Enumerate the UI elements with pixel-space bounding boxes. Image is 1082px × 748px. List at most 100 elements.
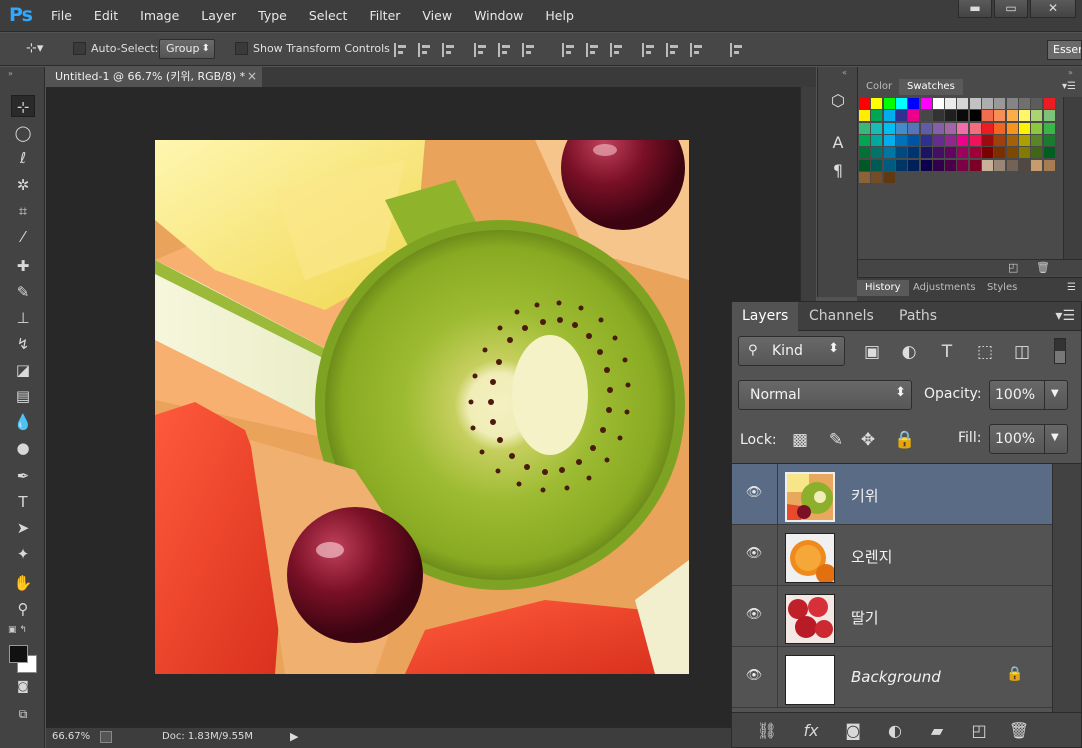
fill-field[interactable]: 100% ▼ xyxy=(989,424,1068,454)
auto-select-checkbox[interactable] xyxy=(73,42,86,55)
blur-tool-icon[interactable]: 💧 xyxy=(11,411,35,433)
move-tool-icon[interactable]: ⊹ xyxy=(11,95,35,117)
swatch[interactable] xyxy=(982,98,993,109)
collapse-toolbox-icon[interactable]: » xyxy=(8,69,13,78)
swatch[interactable] xyxy=(1031,147,1043,159)
layers-scrollbar[interactable] xyxy=(1052,464,1081,714)
lock-all-icon[interactable]: 🔒 xyxy=(894,430,915,450)
swatch[interactable] xyxy=(859,147,870,159)
status-info-icon[interactable] xyxy=(100,731,112,743)
layer-filter-dropdown[interactable]: ⚲ Kind ⬍ xyxy=(738,336,845,366)
swatch[interactable] xyxy=(895,159,907,171)
filter-type-icon[interactable]: T xyxy=(937,342,957,362)
swatch[interactable] xyxy=(945,98,957,109)
filter-smart-object-icon[interactable]: ◫ xyxy=(1012,342,1032,362)
tab-history[interactable]: History xyxy=(857,280,909,296)
swatch[interactable] xyxy=(1043,98,1055,109)
swatch[interactable] xyxy=(957,122,969,134)
lock-position-icon[interactable]: ✥ xyxy=(858,430,878,450)
collapse-dock-icon[interactable]: » xyxy=(1068,68,1073,77)
menu-filter[interactable]: Filter xyxy=(358,8,411,23)
swatch[interactable] xyxy=(982,134,993,146)
tab-paths[interactable]: Paths xyxy=(889,302,947,331)
menu-image[interactable]: Image xyxy=(129,8,190,23)
swatch[interactable] xyxy=(969,98,981,109)
hand-tool-icon[interactable]: ✋ xyxy=(11,572,35,594)
tab-color[interactable]: Color xyxy=(858,79,900,95)
layers-panel-menu-icon[interactable]: ▾☰ xyxy=(1055,308,1075,324)
swatch[interactable] xyxy=(859,122,870,134)
layer-row-kiwi[interactable]: 👁 키위 xyxy=(732,464,1052,525)
swatch[interactable] xyxy=(908,159,920,171)
zoom-readout[interactable]: 66.67% xyxy=(52,731,90,742)
swatch[interactable] xyxy=(1043,134,1055,146)
new-adjustment-layer-icon[interactable]: ◐ xyxy=(884,721,906,741)
distribute-hcenter-icon[interactable] xyxy=(666,43,680,57)
filter-pixel-icon[interactable]: ▣ xyxy=(862,342,882,362)
screen-mode-icon[interactable]: ⧉ xyxy=(11,703,35,725)
align-top-icon[interactable] xyxy=(394,43,408,57)
eye-icon[interactable]: 👁 xyxy=(743,485,765,500)
new-group-icon[interactable]: ▰ xyxy=(926,721,948,741)
distribute-top-icon[interactable] xyxy=(562,43,576,57)
swatch[interactable] xyxy=(859,134,870,146)
swatch[interactable] xyxy=(1031,98,1043,109)
align-left-icon[interactable] xyxy=(474,43,488,57)
swatch[interactable] xyxy=(1006,159,1018,171)
swatch[interactable] xyxy=(994,98,1006,109)
tab-adjustments[interactable]: Adjustments xyxy=(905,280,984,296)
swatch[interactable] xyxy=(932,98,944,109)
swatch[interactable] xyxy=(969,110,981,122)
swatch[interactable] xyxy=(982,110,993,122)
marquee-tool-icon[interactable]: ◯ xyxy=(11,122,35,144)
swatch[interactable] xyxy=(895,98,907,109)
gradient-tool-icon[interactable]: ▤ xyxy=(11,385,35,407)
swatch[interactable] xyxy=(957,159,969,171)
swatch[interactable] xyxy=(932,122,944,134)
eyedropper-tool-icon[interactable]: ⁄ xyxy=(11,226,35,248)
layer-name[interactable]: Background xyxy=(851,668,941,686)
swatch[interactable] xyxy=(1031,110,1043,122)
maximize-button[interactable]: ▭ xyxy=(994,0,1028,18)
paragraph-panel-icon[interactable]: ¶ xyxy=(828,161,848,181)
menu-select[interactable]: Select xyxy=(298,8,359,23)
swatch[interactable] xyxy=(871,98,883,109)
swatch[interactable] xyxy=(895,134,907,146)
layer-name[interactable]: 오렌지 xyxy=(851,546,892,567)
swatch[interactable] xyxy=(908,98,920,109)
swatch[interactable] xyxy=(920,98,932,109)
swatch[interactable] xyxy=(883,98,895,109)
filter-adjustment-icon[interactable]: ◐ xyxy=(899,342,919,362)
swatch[interactable] xyxy=(859,98,870,109)
layer-name[interactable]: 딸기 xyxy=(851,607,879,628)
swatch[interactable] xyxy=(1006,122,1018,134)
swatch[interactable] xyxy=(982,159,993,171)
chevron-down-icon[interactable]: ▼ xyxy=(1051,388,1059,399)
swatch[interactable] xyxy=(994,122,1006,134)
swatch[interactable] xyxy=(908,147,920,159)
visibility-cell[interactable]: 👁 xyxy=(732,525,778,585)
white-thumbnail[interactable] xyxy=(785,655,835,705)
lock-transparent-icon[interactable]: ▩ xyxy=(790,430,810,450)
workspace-switcher[interactable]: Essentials xyxy=(1047,40,1082,60)
swatch[interactable] xyxy=(957,147,969,159)
swatch[interactable] xyxy=(1006,98,1018,109)
lock-image-icon[interactable]: ✎ xyxy=(826,430,846,450)
add-mask-icon[interactable]: ◙ xyxy=(842,721,864,741)
swatch[interactable] xyxy=(895,110,907,122)
layer-name[interactable]: 키위 xyxy=(851,485,879,506)
align-right-icon[interactable] xyxy=(522,43,536,57)
swatch[interactable] xyxy=(1031,134,1043,146)
swatch[interactable] xyxy=(945,147,957,159)
swatch[interactable] xyxy=(908,134,920,146)
distribute-vcenter-icon[interactable] xyxy=(586,43,600,57)
align-vcenter-icon[interactable] xyxy=(418,43,432,57)
swatch[interactable] xyxy=(1018,110,1030,122)
swatch[interactable] xyxy=(859,171,870,183)
swatch[interactable] xyxy=(982,147,993,159)
swatch[interactable] xyxy=(1006,134,1018,146)
lasso-tool-icon[interactable]: ℓ xyxy=(11,147,35,169)
swatch[interactable] xyxy=(908,122,920,134)
swatch[interactable] xyxy=(957,98,969,109)
shape-tool-icon[interactable]: ✦ xyxy=(11,543,35,565)
